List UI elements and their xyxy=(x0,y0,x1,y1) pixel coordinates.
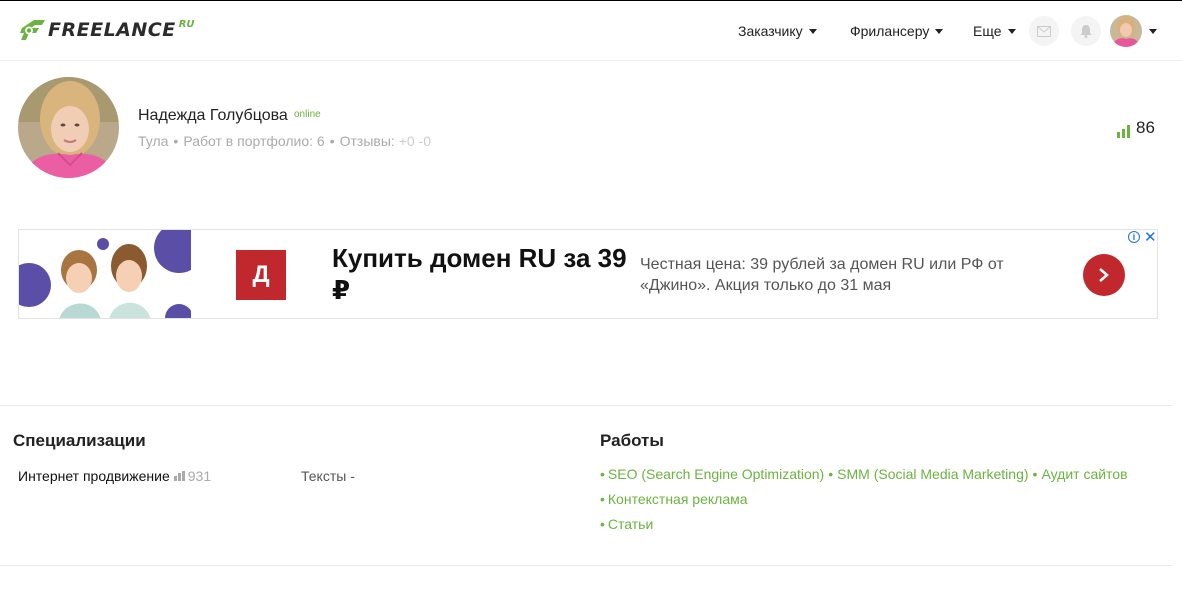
spec-item-count: 931 xyxy=(187,468,212,484)
nav-more-label: Еще xyxy=(973,23,1002,39)
online-status: online xyxy=(294,109,321,120)
profile-reviews-value: +0 -0 xyxy=(398,133,432,149)
section-divider xyxy=(0,405,1172,406)
user-avatar[interactable] xyxy=(1110,15,1142,47)
specializations-heading: Специализации xyxy=(13,431,146,450)
spec-secondary: Тексты - xyxy=(301,468,355,484)
nav-more[interactable]: Еще xyxy=(973,1,1016,61)
ad-open-button[interactable] xyxy=(1083,254,1125,296)
works-link[interactable]: SEO (Search Engine Optimization) xyxy=(608,466,824,482)
profile-meta: Тула • Работ в портфолио: 6 • Отзывы: +0 -0 xyxy=(138,133,431,149)
nav-freelancer[interactable]: Фрилансеру xyxy=(850,1,944,61)
bullet: • xyxy=(828,466,834,482)
bullet: • xyxy=(600,491,605,507)
chevron-down-icon[interactable] xyxy=(1149,29,1157,34)
envelope-icon xyxy=(1037,25,1051,37)
works-link[interactable]: Контекстная реклама xyxy=(608,491,748,507)
chevron-down-icon xyxy=(808,28,817,34)
rating-value: 86 xyxy=(1136,118,1155,137)
site-logo[interactable]: FREELANCE RU xyxy=(20,18,195,42)
works-row: • Контекстная реклама xyxy=(600,490,1128,515)
profile-avatar xyxy=(18,77,119,178)
logo-suffix: RU xyxy=(178,19,195,30)
rating-bars-icon xyxy=(1117,125,1130,138)
profile-photo xyxy=(18,77,119,178)
works-row: • Статьи xyxy=(600,515,1128,540)
ad-description: Честная цена: 39 рублей за домен RU или … xyxy=(640,256,1004,294)
chevron-right-icon xyxy=(1099,268,1109,282)
chevron-down-icon xyxy=(935,28,944,34)
meta-dot: • xyxy=(329,133,335,149)
profile-reviews-label: Отзывы: xyxy=(339,133,395,149)
works-heading: Работы xyxy=(600,431,664,450)
ad-picture xyxy=(19,230,191,318)
nav-customer-label: Заказчику xyxy=(738,23,803,39)
works-list: • SEO (Search Engine Optimization) • SMM (S… xyxy=(600,465,1128,540)
profile-name: Надежда Голубцова xyxy=(138,107,288,124)
bullet: • xyxy=(1032,466,1038,482)
freelance-logo-icon xyxy=(20,20,45,40)
profile-rating: 86 xyxy=(1117,118,1155,138)
profile-city: Тула xyxy=(138,133,169,149)
messages-button[interactable] xyxy=(1029,16,1059,46)
ad-info-icon[interactable]: i xyxy=(1128,231,1140,243)
chevron-down-icon xyxy=(1007,28,1016,34)
ad-image xyxy=(19,230,191,318)
ad-logo: Д xyxy=(236,250,286,300)
logo-text: FREELANCE xyxy=(48,19,176,41)
works-link[interactable]: SMM (Social Media Marketing) xyxy=(837,466,1028,482)
section-divider xyxy=(0,565,1172,566)
meta-dot: • xyxy=(173,133,179,149)
ad-title[interactable]: Купить домен RU за 39 ₽ xyxy=(332,242,632,306)
works-row: • SEO (Search Engine Optimization) • SMM (S… xyxy=(600,465,1128,490)
nav-customer[interactable]: Заказчику xyxy=(738,1,817,61)
works-link[interactable]: Статьи xyxy=(608,516,653,532)
works-link[interactable]: Аудит сайтов xyxy=(1041,466,1127,482)
profile-portfolio-count: Работ в портфолио: 6 xyxy=(183,133,325,149)
bullet: • xyxy=(600,466,605,482)
rating-bars-icon xyxy=(173,471,185,481)
notifications-button[interactable] xyxy=(1071,16,1101,46)
spec-item-name: Интернет продвижение xyxy=(18,468,170,484)
nav-freelancer-label: Фрилансеру xyxy=(850,23,930,39)
site-header: FREELANCE RU Заказчику Фрилансеру Еще xyxy=(0,1,1182,61)
ad-banner[interactable]: Д Купить домен RU за 39 ₽ Честная цена: … xyxy=(18,229,1158,319)
spec-item[interactable]: Интернет продвижение 931 xyxy=(18,468,211,484)
bullet: • xyxy=(600,516,605,532)
close-icon[interactable]: ✕ xyxy=(1144,230,1157,246)
user-avatar-image xyxy=(1110,15,1142,47)
bell-icon xyxy=(1080,25,1092,38)
